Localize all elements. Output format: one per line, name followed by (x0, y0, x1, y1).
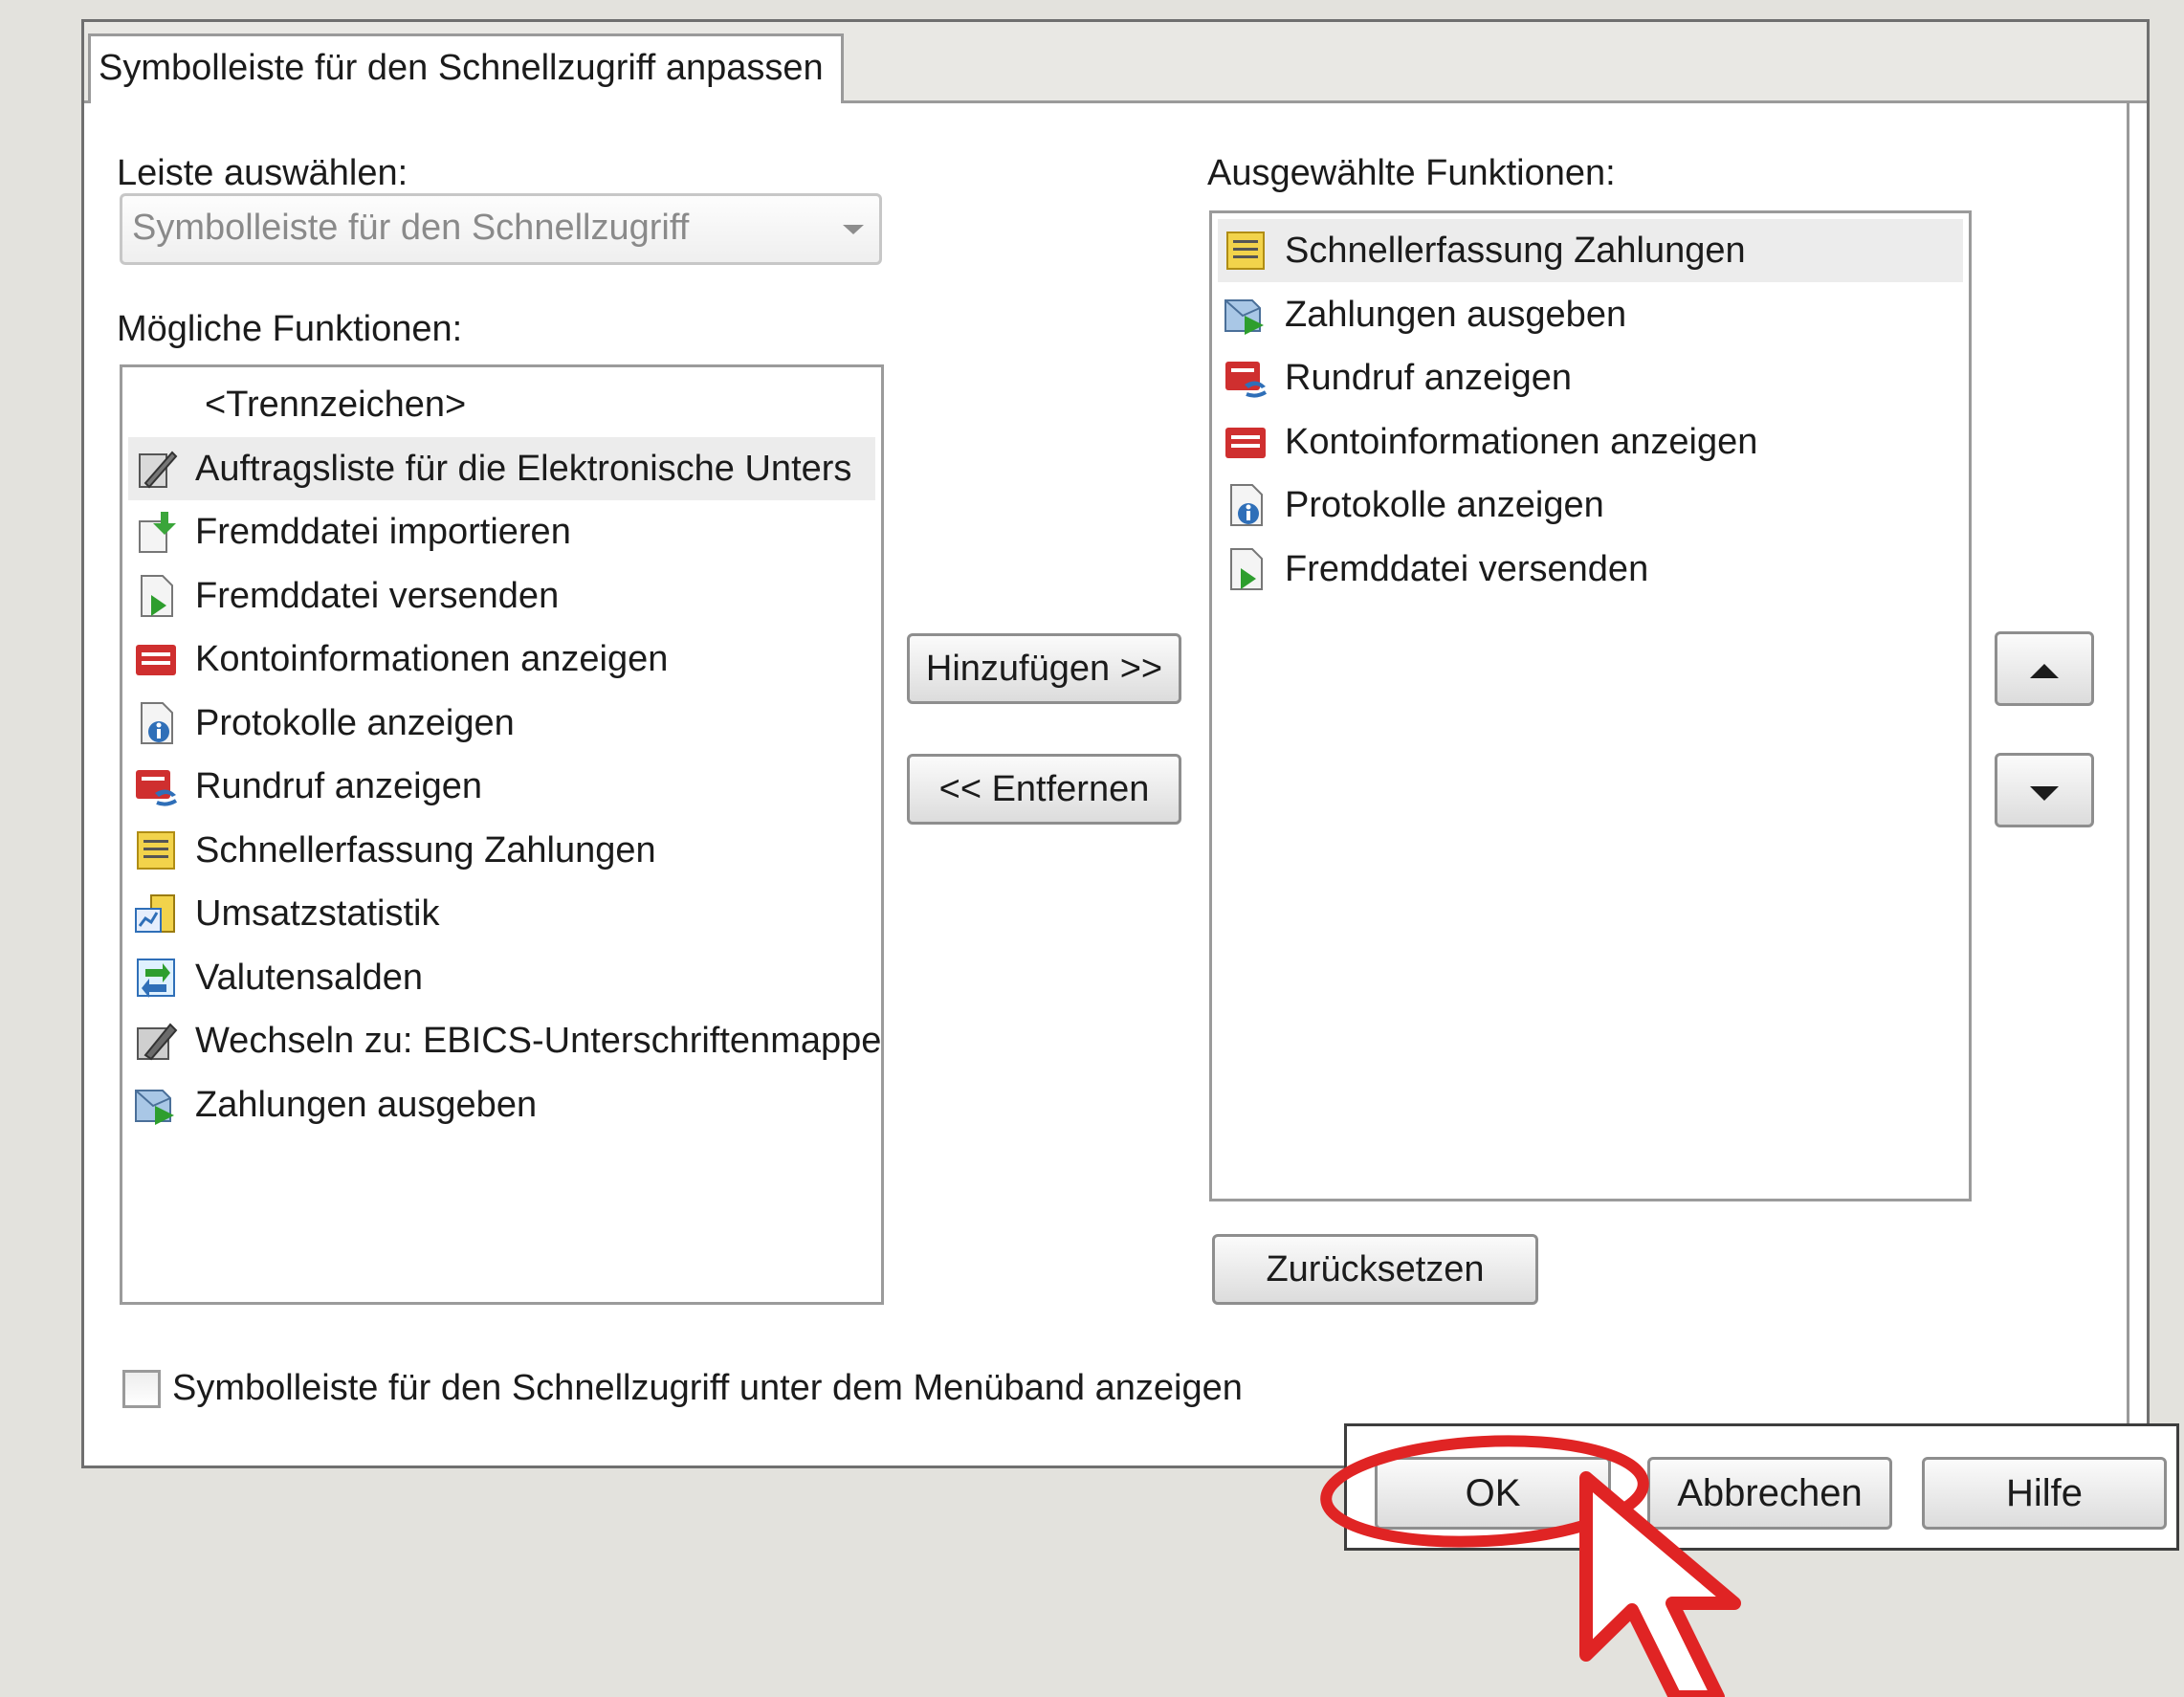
mouse-cursor-icon (1579, 1471, 1741, 1697)
annotation-overlay (1320, 1435, 1741, 1697)
